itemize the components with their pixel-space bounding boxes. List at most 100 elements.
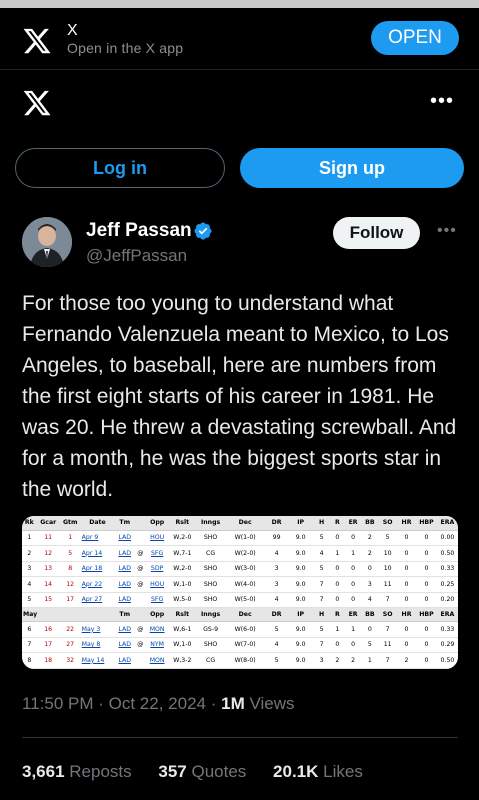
table-cell: 8 — [22, 652, 37, 669]
table-cell[interactable]: LAD — [114, 530, 136, 546]
table-row: 7 17 27 May 8 LAD @ NYM W,1-0 SHO W(7-0) 4 9.0 7 0 0 5 1… — [22, 637, 458, 653]
table-cell[interactable]: LAD — [114, 561, 136, 577]
table-cell: 9.0 — [288, 576, 314, 593]
separator-dot: · — [210, 694, 222, 713]
table-cell: W,5-0 — [168, 592, 196, 608]
table-cell[interactable]: LAD — [114, 621, 136, 638]
author-name[interactable]: Jeff Passan — [86, 220, 192, 242]
table-cell — [135, 652, 146, 669]
table-cell[interactable]: LAD — [114, 576, 136, 593]
table-cell: 9.0 — [288, 621, 314, 638]
author-handle[interactable]: @JeffPassan — [86, 246, 187, 266]
table-cell[interactable]: Apr 22 — [80, 576, 115, 593]
table-cell: 0.50 — [436, 545, 458, 562]
table-cell: W(7-0) — [225, 637, 266, 653]
reposts-stat[interactable]: 3,661 Reposts — [22, 762, 132, 782]
more-dots-icon[interactable]: ••• — [430, 90, 454, 113]
table-cell: 5 — [265, 621, 289, 638]
table-cell[interactable]: May 8 — [80, 637, 115, 653]
reposts-count: 3,661 — [22, 762, 65, 781]
table-cell: @ — [135, 576, 146, 593]
quotes-count: 357 — [158, 762, 187, 781]
signup-button[interactable]: Sign up — [240, 148, 464, 188]
verified-badge-icon — [194, 222, 212, 240]
engagement-stats: 3,661 Reposts 357 Quotes 20.1K Likes — [22, 762, 385, 782]
separator-dot: · — [98, 694, 109, 713]
table-cell[interactable]: LAD — [114, 545, 136, 562]
table-cell[interactable]: May 14 — [80, 652, 115, 669]
table-cell[interactable]: May 3 — [80, 621, 115, 638]
table-cell: 0 — [397, 545, 416, 562]
open-app-button[interactable]: OPEN — [371, 21, 459, 55]
table-cell: CG — [195, 545, 226, 562]
table-cell: 0 — [415, 561, 437, 577]
table-cell: @ — [135, 621, 146, 638]
login-button[interactable]: Log in — [15, 148, 225, 188]
table-cell: 0 — [397, 621, 416, 638]
table-cell: W,3-2 — [168, 652, 196, 669]
table-cell: 9.0 — [288, 637, 314, 653]
table-cell: W(6-0) — [225, 621, 266, 638]
post-media-image[interactable]: Rk Gcar Gtm Date Tm Opp Rslt Inngs Dec DR IP H R ER BB… — [22, 516, 458, 669]
quotes-stat[interactable]: 357 Quotes — [158, 762, 246, 782]
post-timestamp[interactable]: 11:50 PM · Oct 22, 2024 · 1M Views — [22, 694, 295, 714]
table-cell: @ — [135, 637, 146, 653]
table-cell: 0.33 — [436, 561, 458, 577]
table-cell: 11 — [378, 576, 398, 593]
avatar[interactable] — [22, 217, 72, 267]
likes-stat[interactable]: 20.1K Likes — [273, 762, 363, 782]
table-header-cell — [135, 607, 146, 622]
table-cell: 16 — [36, 621, 60, 638]
table-cell[interactable]: SDP — [145, 561, 169, 577]
table-header-cell: DR — [265, 607, 289, 622]
follow-button[interactable]: Follow — [333, 217, 420, 249]
table-cell: 1 — [22, 530, 37, 546]
table-cell: 7 — [313, 576, 331, 593]
table-cell: 12 — [59, 576, 81, 593]
table-cell: 3 — [313, 652, 331, 669]
table-header-cell: Rk — [22, 516, 37, 531]
table-cell: 0 — [330, 576, 345, 593]
table-cell[interactable]: Apr 18 — [80, 561, 115, 577]
table-header-cell: Rslt — [168, 607, 196, 622]
table-cell: 6 — [22, 621, 37, 638]
table-cell: 8 — [59, 561, 81, 577]
table-cell[interactable]: MON — [145, 621, 169, 638]
table-cell[interactable]: MON — [145, 652, 169, 669]
table-cell[interactable]: LAD — [114, 637, 136, 653]
table-cell: 4 — [265, 592, 289, 608]
table-cell: 2 — [344, 652, 362, 669]
table-cell: 7 — [378, 592, 398, 608]
post-more-icon[interactable]: ••• — [437, 222, 457, 240]
table-cell: 3 — [265, 576, 289, 593]
table-cell[interactable]: SFG — [145, 592, 169, 608]
table-cell[interactable]: Apr 9 — [80, 530, 115, 546]
table-cell[interactable]: LAD — [114, 652, 136, 669]
table-header-cell: HR — [397, 607, 416, 622]
table-header-cell: HR — [397, 516, 416, 531]
table-cell: W(1-0) — [225, 530, 266, 546]
x-logo-icon[interactable] — [22, 88, 52, 118]
table-cell: 0 — [361, 561, 379, 577]
table-header-cell: Dec — [225, 607, 266, 622]
table-cell: 0.33 — [436, 621, 458, 638]
table-cell[interactable]: LAD — [114, 592, 136, 608]
table-cell: SHO — [195, 530, 226, 546]
table-cell: 0.00 — [436, 530, 458, 546]
table-row: 8 18 32 May 14 LAD MON W,3-2 CG W(8-0) 5 9.0 3 2 2 1 7 2… — [22, 652, 458, 669]
table-cell[interactable]: Apr 27 — [80, 592, 115, 608]
table-cell: 1 — [344, 545, 362, 562]
table-cell: 0.20 — [436, 592, 458, 608]
table-cell[interactable]: HOU — [145, 576, 169, 593]
table-cell: 0 — [397, 637, 416, 653]
table-header-cell: BB — [361, 607, 379, 622]
table-cell: 4 — [265, 637, 289, 653]
table-cell[interactable]: HOU — [145, 530, 169, 546]
table-header-cell: Gcar — [36, 516, 60, 531]
table-cell[interactable]: NYM — [145, 637, 169, 653]
table-cell: W(3-0) — [225, 561, 266, 577]
table-cell[interactable]: SFG — [145, 545, 169, 562]
table-cell: 4 — [22, 576, 37, 593]
post-time: 11:50 PM — [22, 694, 94, 713]
table-cell[interactable]: Apr 14 — [80, 545, 115, 562]
